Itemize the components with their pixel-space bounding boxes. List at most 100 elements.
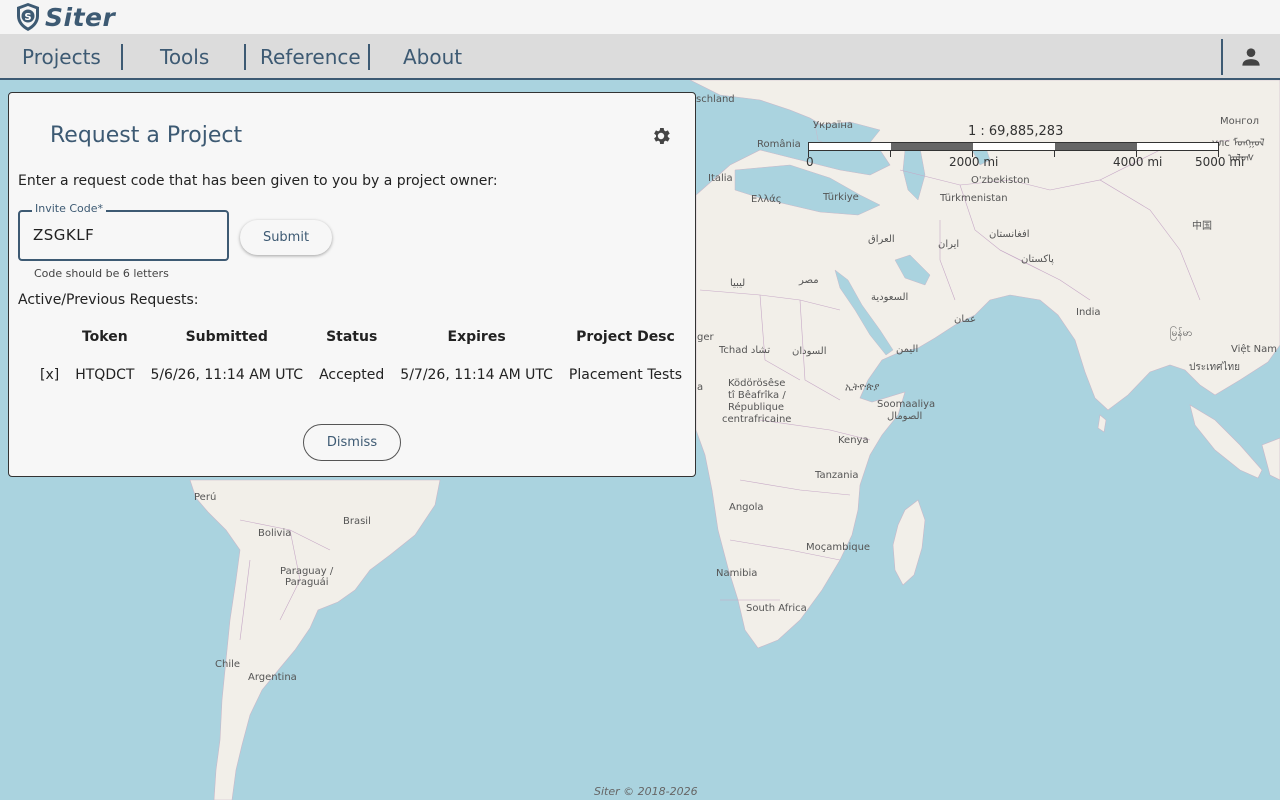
map-label: Kenya <box>838 435 869 446</box>
map-label: Tchad تشاد <box>719 345 771 356</box>
map-label: مصر <box>799 275 819 286</box>
map-label: Chile <box>215 659 241 670</box>
map-label: Paraguái <box>285 577 329 588</box>
scale-tick-label: 4000 mi <box>1113 155 1163 169</box>
map-label: République <box>728 402 785 413</box>
map-label: a <box>697 382 704 393</box>
map-label: Tanzania <box>815 470 859 481</box>
dialog-title: Request a Project <box>50 123 243 148</box>
scale-tick <box>1054 151 1055 157</box>
column-header: Expires <box>447 329 506 345</box>
map-label: Namibia <box>716 568 758 579</box>
map-label: România <box>757 139 801 150</box>
invite-code-hint: Code should be 6 letters <box>34 267 169 280</box>
nav-separator <box>244 44 246 70</box>
remove-request-button[interactable]: [x] <box>32 350 67 400</box>
top-bar: S Siter <box>0 0 1280 34</box>
requests-table: Token Submitted Status Expires Project D… <box>32 324 690 400</box>
invite-code-input[interactable] <box>33 226 213 244</box>
column-header: Submitted <box>185 329 268 345</box>
map-label: Perú <box>194 492 217 503</box>
map-label: Brasil <box>343 516 371 527</box>
scale-tick-label: 2000 mi <box>949 155 999 169</box>
map-label: ኢትዮጵያ <box>845 382 880 393</box>
requests-heading: Active/Previous Requests: <box>18 292 199 308</box>
map-label: ประเทศไทย <box>1189 362 1240 373</box>
expires-cell: 5/7/26, 11:14 AM UTC <box>400 367 553 383</box>
token-cell: HTQDCT <box>75 367 135 383</box>
map-label: 中国 <box>1192 221 1212 232</box>
map-label: Moçambique <box>806 542 871 553</box>
map-label: الصومال <box>887 411 923 422</box>
map-label: centrafricaine <box>722 414 792 425</box>
map-label: پاکستان <box>1021 254 1054 265</box>
map-label: افغانستان <box>989 229 1030 240</box>
map-label: Ελλάς <box>751 194 782 205</box>
map-label: Argentina <box>248 672 297 683</box>
map-label: Việt Nam <box>1231 344 1278 355</box>
gear-icon[interactable] <box>650 125 672 147</box>
map-label: Bolivia <box>258 528 292 539</box>
map-label: tî Bêafrîka / <box>728 390 786 401</box>
status-cell: Accepted <box>319 367 385 383</box>
column-header: Token <box>81 329 128 345</box>
map-label: ليبيا <box>730 278 746 289</box>
map-label: India <box>1076 307 1101 318</box>
invite-code-field[interactable]: Invite Code* <box>18 202 229 261</box>
shield-logo-icon: S <box>17 3 39 31</box>
scale-tick-label: 5000 mi <box>1195 155 1245 169</box>
nav-separator <box>368 44 370 70</box>
scale-tick-label: 0 <box>806 155 814 169</box>
nav-reference[interactable]: Reference <box>260 34 361 78</box>
map-label: schland <box>696 94 735 105</box>
submit-button[interactable]: Submit <box>240 220 332 255</box>
footer-copyright: Siter © 2018-2026 <box>594 785 698 798</box>
app-logo[interactable]: S Siter <box>15 2 115 32</box>
main-nav: Projects Tools Reference About <box>0 34 1280 80</box>
map-label: O'zbekiston <box>971 175 1030 186</box>
map-label: မြန်မာ <box>1170 328 1193 339</box>
scale-segment <box>809 143 891 150</box>
map-label: العراق <box>868 234 895 245</box>
table-header-row: Token Submitted Status Expires Project D… <box>32 324 690 350</box>
column-header: Status <box>326 329 378 345</box>
scale-segment <box>1137 143 1218 150</box>
invite-code-label: Invite Code* <box>32 202 107 215</box>
scale-bar <box>808 142 1219 151</box>
dismiss-button[interactable]: Dismiss <box>303 424 401 461</box>
nav-projects[interactable]: Projects <box>22 34 101 78</box>
map-label: South Africa <box>746 603 807 614</box>
user-account-icon[interactable] <box>1238 44 1264 70</box>
map-label: Paraguay / <box>280 566 334 577</box>
map-label: ger <box>697 332 714 343</box>
map-label: Ködörösêse <box>728 378 786 389</box>
nav-tools[interactable]: Tools <box>160 34 209 78</box>
project-desc-cell: Placement Tests <box>568 367 683 383</box>
map-label: Türkmenistan <box>940 193 1008 204</box>
map-label: عمان <box>954 314 977 325</box>
nav-separator <box>1221 39 1223 75</box>
dialog-instructions: Enter a request code that has been given… <box>18 173 498 189</box>
map-scale: 1 : 69,885,283 0 2000 mi 4000 mi 5000 mi <box>806 124 1244 174</box>
column-header: Project Desc <box>576 329 675 345</box>
scale-tick <box>890 151 891 157</box>
scale-segment <box>891 143 973 150</box>
map-label: اليمن <box>896 344 919 355</box>
request-project-dialog: Request a Project Enter a request code t… <box>8 92 696 477</box>
map-label: Angola <box>729 502 764 513</box>
map-label: Italia <box>708 173 733 184</box>
map-label: ایران <box>938 239 960 250</box>
svg-text:S: S <box>24 12 31 23</box>
app-name: Siter <box>45 2 116 32</box>
map-label: السودان <box>792 346 827 357</box>
map-label: السعودية <box>871 292 909 303</box>
nav-about[interactable]: About <box>403 34 462 78</box>
submitted-cell: 5/6/26, 11:14 AM UTC <box>150 367 304 383</box>
nav-separator <box>121 44 123 70</box>
map-label: Soomaaliya <box>877 399 936 410</box>
column-header <box>32 324 67 350</box>
scale-ratio: 1 : 69,885,283 <box>968 124 1064 139</box>
map-label: Türkiye <box>823 192 859 203</box>
scale-segment <box>1055 143 1137 150</box>
scale-segment <box>973 143 1055 150</box>
